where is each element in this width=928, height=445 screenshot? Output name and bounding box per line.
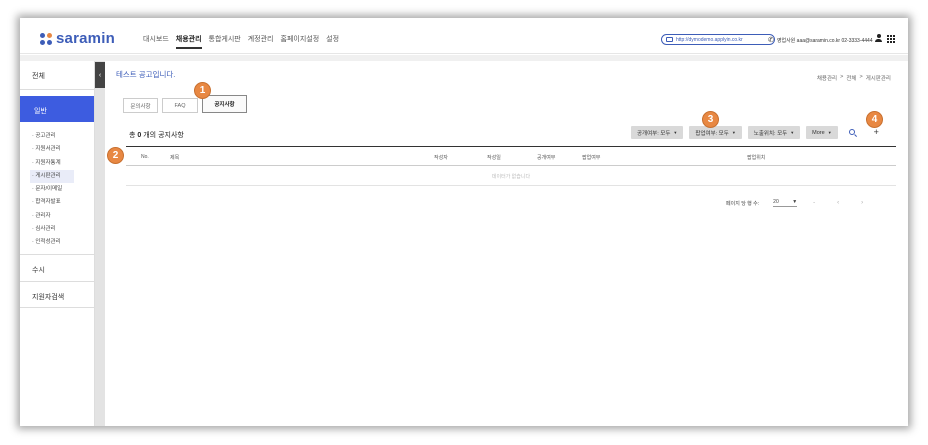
sidebar-sub-posting[interactable]: · 공고관리 (30, 130, 94, 143)
sidebar-sub-aptitude[interactable]: · 인적성관리 (30, 236, 94, 249)
sidebar-sub-admin[interactable]: · 관리자 (30, 210, 94, 223)
tab-inquiries[interactable]: 문의사항 (123, 98, 158, 113)
col-date[interactable]: 작성일 (487, 154, 501, 161)
filter-popup-label: 팝업여부: 모두 (695, 130, 729, 137)
col-no[interactable]: No. (141, 154, 149, 160)
breadcrumb: 채용관리 > 전체 > 게시판관리 (817, 74, 891, 82)
sidebar-sub-results[interactable]: · 합격자발표 (30, 196, 94, 209)
caret-down-icon: ▼ (731, 130, 736, 135)
add-icon[interactable]: + (874, 127, 879, 137)
empty-row: 데이터가 없습니다 (126, 166, 896, 186)
rows-per-page-label: 페이지 당 행 수: (726, 200, 760, 207)
annotation-badge-2: 2 (107, 147, 124, 164)
app-window: saramin 대시보드 채용관리 통합게시판 계정관리 홈페이지설정 설정 h… (20, 18, 908, 426)
nav-dashboard[interactable]: 대시보드 (143, 34, 169, 49)
saramin-logo[interactable]: saramin (40, 30, 115, 47)
more-filters-dropdown[interactable]: More ▼ (806, 126, 838, 139)
filter-visibility-label: 공개여부: 모두 (637, 130, 671, 137)
breadcrumb-item: 게시판관리 (865, 76, 891, 82)
col-popup-position[interactable]: 팝업위치 (747, 154, 765, 161)
annotation-badge-3: 3 (702, 111, 719, 128)
filter-visibility-dropdown[interactable]: 공개여부: 모두 ▼ (631, 126, 684, 139)
prev-page-button[interactable]: ‹ (837, 200, 839, 206)
caret-down-icon: ▼ (673, 130, 678, 135)
site-url-link[interactable]: http://dymodemo.applyin.co.kr (661, 34, 775, 45)
logo-text: saramin (56, 30, 115, 47)
col-title[interactable]: 제목 (170, 154, 179, 161)
sidebar-item-general[interactable]: 일반 (20, 96, 94, 122)
main-nav: 대시보드 채용관리 통합게시판 계정관리 홈페이지설정 설정 (143, 34, 339, 49)
phone-icon: ✆ (768, 37, 774, 44)
nav-accounts[interactable]: 계정관리 (248, 34, 274, 49)
nav-recruitment[interactable]: 채용관리 (175, 34, 202, 49)
annotation-badge-1: 1 (194, 82, 211, 99)
sidebar-sub-applications[interactable]: · 지원서관리 (30, 143, 94, 156)
caret-down-icon: ▼ (827, 130, 832, 135)
monitor-icon (666, 37, 673, 42)
sidebar-item-rolling[interactable]: 수시 (20, 253, 94, 281)
contact-info: ✆ 영업사원 aaa@saramin.co.kr 02-3333-4444 (768, 36, 873, 44)
col-public[interactable]: 공개여부 (537, 154, 555, 161)
sidebar-sub-statistics[interactable]: · 지원자통계 (30, 157, 94, 170)
user-icon[interactable] (875, 34, 882, 42)
top-bar: saramin 대시보드 채용관리 통합게시판 계정관리 홈페이지설정 설정 h… (20, 18, 908, 54)
sidebar-sub-review[interactable]: · 심사관리 (30, 223, 94, 236)
filter-exposure-label: 노출위치: 모두 (753, 130, 788, 137)
page-title: 테스트 공고입니다. (116, 70, 176, 79)
site-url-text: http://dymodemo.applyin.co.kr (676, 36, 743, 43)
col-popup[interactable]: 팝업여부 (582, 154, 600, 161)
apps-grid-icon[interactable] (887, 35, 895, 43)
contact-text: 영업사원 aaa@saramin.co.kr 02-3333-4444 (776, 37, 873, 44)
sidebar-item-all[interactable]: 전체 (20, 61, 94, 90)
more-label: More (812, 129, 825, 136)
annotation-badge-4: 4 (866, 111, 883, 128)
breadcrumb-item[interactable]: 채용관리 (817, 74, 837, 82)
breadcrumb-separator: > (840, 74, 844, 80)
main-content: 테스트 공고입니다. 채용관리 > 전체 > 게시판관리 문의사항 FAQ 공지… (106, 61, 908, 426)
rows-per-page-value: 20 (773, 199, 779, 205)
pagination: 페이지 당 행 수: 20 ▼ - ‹ › (726, 199, 863, 207)
breadcrumb-separator: > (859, 74, 863, 80)
nav-board[interactable]: 통합게시판 (209, 34, 241, 49)
sidebar-submenu: · 공고관리 · 지원서관리 · 지원자통계 · 게시판관리 · 문자/이메일 … (20, 122, 94, 254)
result-count: 총 0 개의 공지사항 (129, 130, 184, 140)
caret-down-icon: ▼ (790, 130, 795, 135)
caret-down-icon: ▼ (792, 199, 798, 205)
sidebar-sub-sms-email[interactable]: · 문자/이메일 (30, 183, 94, 196)
sidebar-sub-board[interactable]: · 게시판관리 (30, 169, 74, 184)
tab-notices[interactable]: 공지사항 (202, 95, 247, 113)
search-icon[interactable] (848, 128, 858, 138)
count-suffix: 개의 공지사항 (141, 132, 184, 139)
sidebar-collapse-button[interactable]: ‹ (95, 62, 105, 88)
page-range: - (813, 200, 816, 206)
sidebar-rail (95, 61, 105, 426)
breadcrumb-item[interactable]: 전체 (846, 74, 856, 82)
table-header: No. 제목 작성자 작성일 공개여부 팝업여부 팝업위치 (126, 146, 896, 166)
notice-table: No. 제목 작성자 작성일 공개여부 팝업여부 팝업위치 데이터가 없습니다 (126, 146, 896, 186)
logo-dots-icon (40, 32, 52, 45)
next-page-button[interactable]: › (861, 200, 863, 206)
board-tabs: 문의사항 FAQ 공지사항 (123, 95, 251, 113)
sidebar-item-applicant-search[interactable]: 지원자검색 (20, 280, 94, 308)
rows-per-page-select[interactable]: 20 ▼ (773, 199, 798, 207)
col-author[interactable]: 작성자 (434, 154, 448, 161)
filter-bar: 공개여부: 모두 ▼ 팝업여부: 모두 ▼ 노출위치: 모두 ▼ More ▼ + (631, 126, 879, 139)
filter-exposure-dropdown[interactable]: 노출위치: 모두 ▼ (747, 126, 801, 139)
nav-settings[interactable]: 설정 (326, 34, 339, 49)
tab-faq[interactable]: FAQ (162, 98, 198, 113)
nav-homepage-settings[interactable]: 홈페이지설정 (281, 34, 320, 49)
sidebar: 전체 일반 · 공고관리 · 지원서관리 · 지원자통계 · 게시판관리 · 문… (20, 61, 95, 426)
filter-popup-dropdown[interactable]: 팝업여부: 모두 ▼ (689, 126, 742, 139)
